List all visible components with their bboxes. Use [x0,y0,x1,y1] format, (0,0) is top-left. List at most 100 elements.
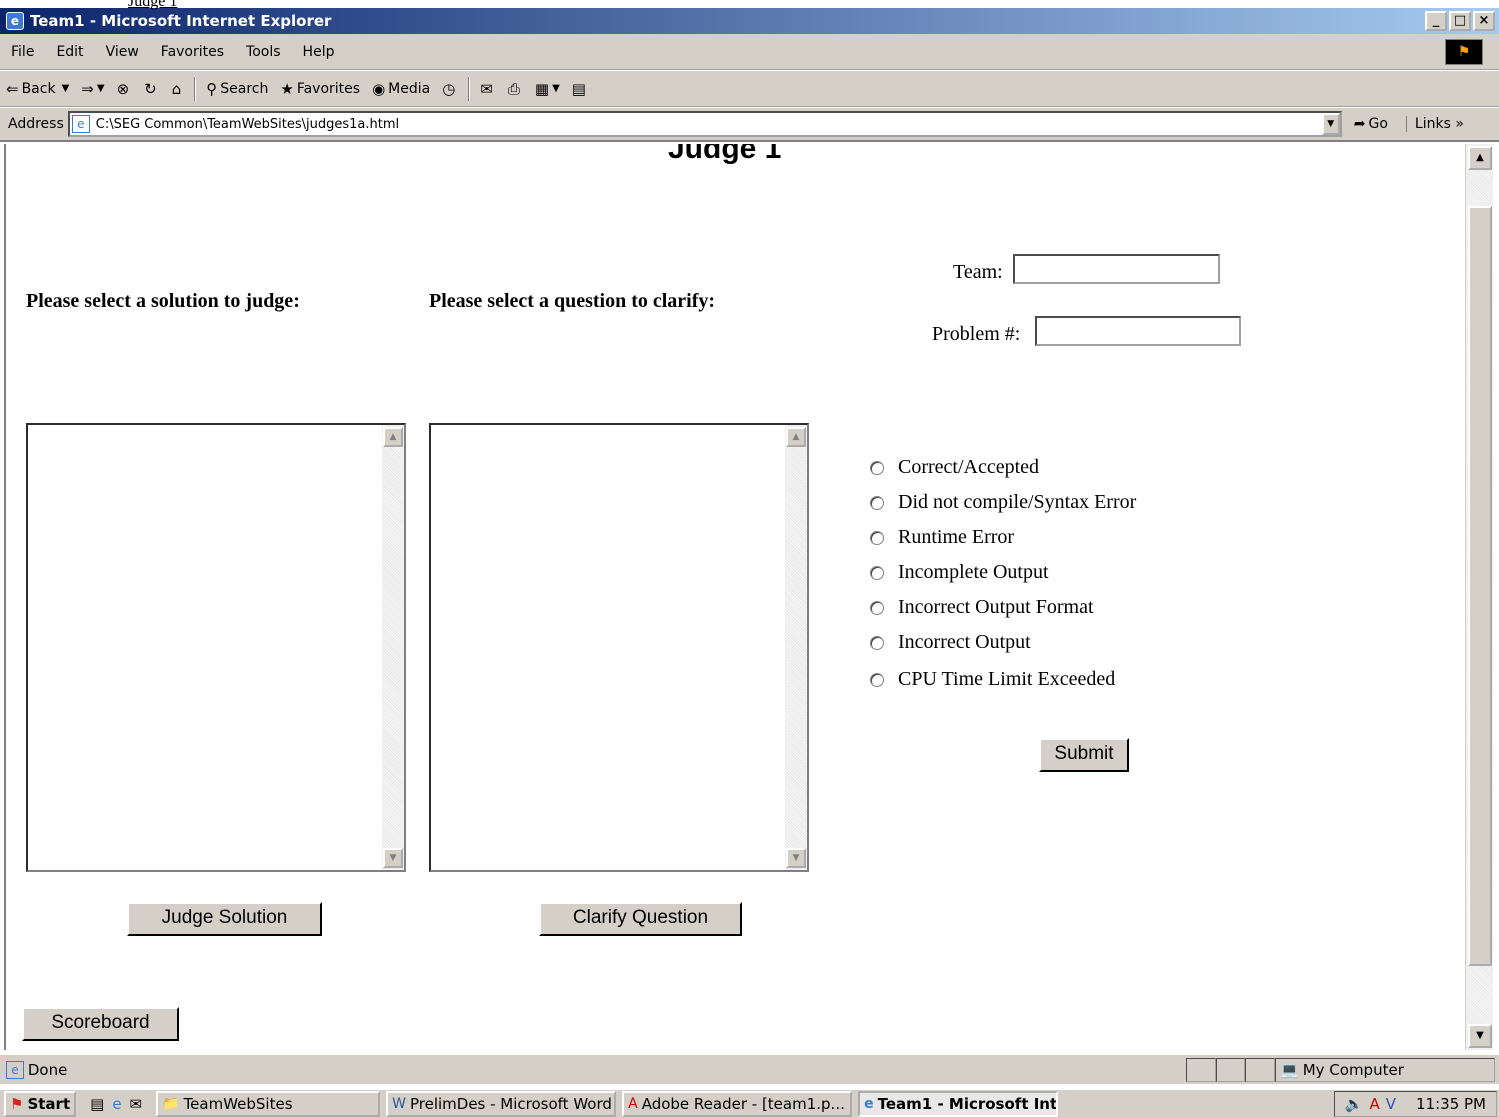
links-button[interactable]: Links » [1405,116,1464,132]
links-label: Links [1414,116,1451,132]
menu-file[interactable]: File [0,44,45,60]
scroll-up-icon[interactable]: ▲ [786,427,806,447]
task-word[interactable]: W PrelimDes - Microsoft Word [386,1091,617,1117]
forward-button[interactable]: ⇒ ▼ [75,80,110,98]
go-button[interactable]: ➦ Go [1354,116,1388,132]
ie-icon: e [6,12,24,30]
word-icon: W [392,1096,406,1112]
verdict-time-limit[interactable]: CPU Time Limit Exceeded [870,662,1136,697]
scroll-down-icon[interactable]: ▼ [1468,1024,1492,1048]
radio-button[interactable] [870,460,884,475]
mail-icon: ✉ [480,79,493,98]
scroll-up-icon[interactable]: ▲ [1468,146,1492,170]
problem-input[interactable] [1035,316,1241,346]
radio-button[interactable] [870,565,884,580]
radio-button[interactable] [870,600,884,615]
home-button[interactable]: ⌂ [166,80,191,98]
windows-logo-icon: ⚑ [10,1095,24,1113]
verdict-runtime-error[interactable]: Runtime Error [870,520,1136,555]
back-button[interactable]: ⇐ Back ▼ [0,80,75,98]
go-arrow-icon: ➦ [1353,116,1366,132]
ie-icon[interactable]: e [112,1095,121,1113]
clarify-question-button[interactable]: Clarify Question [539,902,742,936]
address-bar: Address e C:\SEG Common\TeamWebSites\jud… [0,108,1499,142]
task-adobe-reader[interactable]: A Adobe Reader - [team1.p... [622,1091,853,1117]
print-button[interactable]: ⎙ [502,80,529,98]
discuss-button[interactable]: ▤ [566,80,595,98]
scroll-up-icon[interactable]: ▲ [383,427,403,447]
menu-help[interactable]: Help [292,44,346,60]
verdict-compile-error[interactable]: Did not compile/Syntax Error [870,485,1136,520]
zone-label: My Computer [1302,1060,1404,1079]
task-teamwebsites[interactable]: 📁 TeamWebSites [156,1091,381,1117]
menu-edit[interactable]: Edit [45,44,94,60]
window-title-bar[interactable]: e Team1 - Microsoft Internet Explorer _ … [0,8,1499,34]
system-tray: 🔈 A V 11:35 PM [1333,1091,1497,1117]
chevron-down-icon[interactable]: ▼ [97,83,105,94]
radio-button[interactable] [870,672,884,687]
status-panel [1215,1057,1246,1082]
scroll-down-icon[interactable]: ▼ [383,848,403,868]
verdict-label: Did not compile/Syntax Error [898,491,1137,513]
chevron-right-icon: » [1455,116,1464,132]
history-button[interactable]: ◷ [436,80,464,98]
questions-listbox[interactable]: ▲ ▼ [429,423,809,872]
judge-solution-button[interactable]: Judge Solution [127,902,322,936]
computer-icon: 💻 [1280,1060,1299,1079]
verdict-incorrect-output[interactable]: Incorrect Output [870,625,1136,660]
page-scrollbar[interactable]: ▲ ▼ [1465,144,1493,1050]
history-icon: ◷ [442,79,456,98]
stop-button[interactable]: ⊗ [111,80,139,98]
page-icon: e [71,115,90,133]
verdict-correct[interactable]: Correct/Accepted [870,450,1136,485]
status-panel [1185,1057,1216,1082]
adobe-tray-icon[interactable]: A [1369,1095,1379,1113]
scrollbar-thumb[interactable] [1468,206,1492,966]
solutions-listbox[interactable]: ▲ ▼ [26,423,406,872]
task-ie-team1[interactable]: e Team1 - Microsoft Int... [858,1091,1059,1117]
address-input[interactable]: e C:\SEG Common\TeamWebSites\judges1a.ht… [67,111,1342,137]
menu-favorites[interactable]: Favorites [150,44,235,60]
volume-icon[interactable]: 🔈 [1345,1095,1364,1113]
mail-button[interactable]: ✉ [474,80,502,98]
listbox-scrollbar[interactable]: ▲ ▼ [382,425,404,870]
minimize-button[interactable]: _ [1425,11,1447,31]
chevron-down-icon[interactable]: ▼ [62,83,70,94]
overlay-link-text: Judge 1 [128,0,178,10]
listbox-scrollbar[interactable]: ▲ ▼ [785,425,807,870]
start-label: Start [27,1095,71,1113]
search-button[interactable]: ⚲ Search [200,80,274,98]
maximize-button[interactable]: □ [1449,11,1471,31]
radio-button[interactable] [870,530,884,545]
edit-button[interactable]: ▦ ▼ [529,80,566,98]
radio-button[interactable] [870,495,884,510]
menu-view[interactable]: View [95,44,150,60]
zone-panel: 💻 My Computer [1275,1057,1496,1082]
submit-button[interactable]: Submit [1039,738,1129,772]
task-label: TeamWebSites [183,1095,293,1113]
verdict-output-format[interactable]: Incorrect Output Format [870,590,1136,625]
solution-header: Please select a solution to judge: [26,290,300,312]
scroll-down-icon[interactable]: ▼ [786,848,806,868]
antivirus-icon[interactable]: V [1386,1095,1396,1113]
verdict-incomplete-output[interactable]: Incomplete Output [870,555,1136,590]
chevron-down-icon[interactable]: ▼ [552,83,560,94]
outlook-icon[interactable]: ✉ [130,1095,143,1113]
address-dropdown-button[interactable]: ▼ [1321,113,1340,135]
verdict-label: Correct/Accepted [898,456,1040,478]
radio-button[interactable] [870,635,884,650]
scoreboard-button[interactable]: Scoreboard [22,1007,179,1041]
close-button[interactable]: × [1473,11,1495,31]
show-desktop-icon[interactable]: ▤ [90,1095,104,1113]
favorites-label: Favorites [296,80,361,97]
page-done-icon: e [6,1060,24,1079]
media-button[interactable]: ◉ Media [366,80,436,98]
menu-tools[interactable]: Tools [235,44,292,60]
team-input[interactable] [1013,254,1220,284]
windows-logo-icon: ⚑ [1445,39,1483,65]
favorites-button[interactable]: ★ Favorites [274,80,366,98]
go-label: Go [1368,116,1388,132]
refresh-button[interactable]: ↻ [138,80,166,98]
start-button[interactable]: ⚑ Start [4,1091,77,1117]
problem-label: Problem #: [932,323,1021,345]
